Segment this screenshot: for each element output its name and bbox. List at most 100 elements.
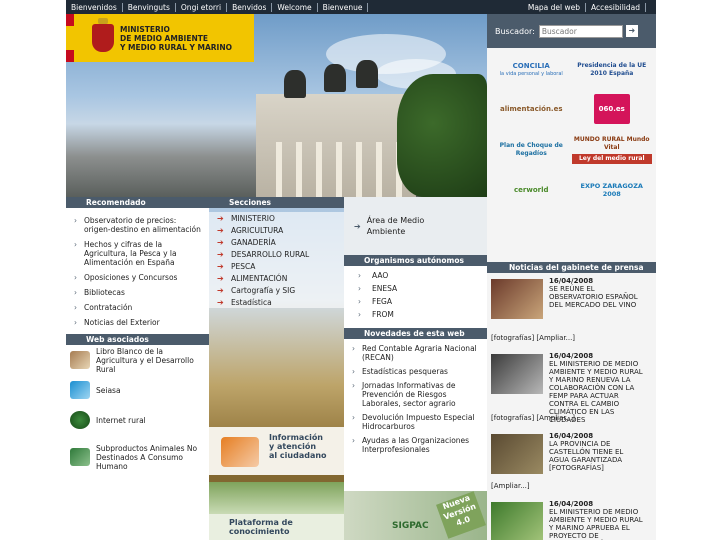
- web-asociado-item[interactable]: Subproductos Animales No Destinados A Co…: [66, 435, 209, 479]
- seccion-cartografia[interactable]: ➔ Cartografía y SIG: [209, 284, 344, 296]
- news-date: 16/04/2008: [549, 500, 594, 508]
- globe-icon: [70, 411, 90, 429]
- news-title[interactable]: LA PROVINCIA DE CASTELLÓN TIENE EL AGUA …: [549, 440, 645, 472]
- web-asociado-item[interactable]: Libro Blanco de la Agricultura y el Desa…: [66, 345, 209, 375]
- news-item[interactable]: 16/04/2008 SE REÚNE EL OBSERVATORIO ESPA…: [487, 273, 656, 348]
- arrow-icon: ›: [352, 367, 355, 376]
- web-asociado-label: Libro Blanco de la Agricultura y el Desa…: [96, 346, 194, 374]
- web-asociado-item[interactable]: Seiasa: [66, 375, 209, 405]
- statue: [324, 64, 346, 92]
- recomendado-item[interactable]: › Contratación: [66, 300, 209, 315]
- news-thumbnail[interactable]: [491, 279, 543, 319]
- news-date: 16/04/2008: [549, 432, 594, 440]
- news-item[interactable]: 16/04/2008 EL MINISTERIO DE MEDIO AMBIEN…: [487, 496, 656, 540]
- arrow-icon: ➔: [217, 273, 224, 283]
- banner-line: y atención: [269, 442, 317, 451]
- news-item[interactable]: 16/04/2008 LA PROVINCIA DE CASTELLÓN TIE…: [487, 428, 656, 496]
- seccion-ministerio[interactable]: ➔ MINISTERIO: [209, 212, 344, 224]
- alimentacion-logo[interactable]: alimentación.es: [491, 88, 572, 130]
- arrow-icon: ➔: [217, 285, 224, 295]
- web-asociados-list: Libro Blanco de la Agricultura y el Desa…: [66, 345, 209, 479]
- 060-logo[interactable]: 060.es: [593, 94, 630, 124]
- sitemap-link[interactable]: Mapa del web: [523, 2, 587, 12]
- knowledge-platform-banner[interactable]: Plataforma de conocimiento: [209, 482, 344, 540]
- news-thumbnail[interactable]: [491, 354, 543, 394]
- expo-zaragoza-logo[interactable]: EXPO ZARAGOZA 2008: [572, 170, 653, 210]
- novedad-item[interactable]: › Jornadas Informativas de Prevención de …: [344, 379, 487, 411]
- recomendado-item[interactable]: › Observatorio de precios: origen-destino…: [66, 213, 209, 237]
- news-thumbnail[interactable]: [491, 502, 543, 540]
- ministry-name-line: DE MEDIO AMBIENTE: [120, 33, 208, 43]
- novedad-item[interactable]: › Red Contable Agraria Nacional (RECAN): [344, 342, 487, 365]
- platform-image: [209, 482, 344, 514]
- organismo-enesa[interactable]: › ENESA: [344, 282, 487, 295]
- lang-link[interactable]: Bienvenue: [318, 2, 369, 12]
- news-links[interactable]: [Ampliar...]: [491, 482, 530, 490]
- seccion-label: AGRICULTURA: [231, 225, 284, 235]
- search-go-icon[interactable]: ➜: [625, 25, 638, 37]
- page: Bienvenidos Benvinguts Ongi etorri Benvi…: [66, 0, 656, 540]
- novedad-item[interactable]: › Devolución Impuesto Especial Hidrocarbu…: [344, 411, 487, 434]
- seccion-ganaderia[interactable]: ➔ GANADERÍA: [209, 236, 344, 248]
- news-links[interactable]: [fotografías] [Ampliar...]: [491, 414, 575, 422]
- lang-link[interactable]: Benvidos: [227, 2, 273, 12]
- utility-links: Mapa del web Accesibilidad: [523, 2, 646, 12]
- recomendado-label: Hechos y cifras de la Agricultura, la Pe…: [84, 240, 177, 267]
- eu-presidency-logo[interactable]: Presidencia de la UE 2010 España: [572, 52, 653, 88]
- recomendado-item[interactable]: › Oposiciones y Concursos: [66, 270, 209, 285]
- column: [376, 142, 382, 197]
- animal-icon: [70, 448, 90, 466]
- organismo-label: ENESA: [372, 284, 398, 293]
- ministry-logo[interactable]: MINISTERIO DE MEDIO AMBIENTE Y MEDIO RUR…: [66, 14, 254, 62]
- recomendado-label: Noticias del Exterior: [84, 318, 160, 327]
- seccion-label: GANADERÍA: [231, 237, 276, 247]
- accessibility-link[interactable]: Accesibilidad: [586, 2, 646, 12]
- regadios-logo[interactable]: Plan de Choque de Regadíos: [491, 130, 572, 170]
- search-input[interactable]: [538, 24, 623, 38]
- organismo-from[interactable]: › FROM: [344, 308, 487, 321]
- news-links[interactable]: [fotografías] [Ampliar...]: [491, 334, 575, 342]
- area-medio-ambiente-link[interactable]: ➔ Área de Medio Ambiente: [344, 197, 487, 255]
- citizen-info-banner[interactable]: Información y atención al ciudadano: [209, 427, 344, 475]
- banner-line: al ciudadano: [269, 451, 327, 460]
- recomendado-item[interactable]: › Noticias del Exterior: [66, 315, 209, 330]
- seccion-label: DESARROLLO RURAL: [231, 249, 310, 259]
- arrow-icon: ›: [74, 318, 77, 327]
- column: [356, 142, 362, 197]
- ministry-name-line: MINISTERIO: [120, 24, 170, 34]
- seccion-desarrollo-rural[interactable]: ➔ DESARROLLO RURAL: [209, 248, 344, 260]
- news-thumbnail[interactable]: [491, 434, 543, 474]
- organismo-fega[interactable]: › FEGA: [344, 295, 487, 308]
- mundo-rural-logo[interactable]: MUNDO RURAL Mundo Vital Ley del medio rur…: [571, 130, 652, 170]
- lang-link[interactable]: Welcome: [272, 2, 318, 12]
- organismo-label: FROM: [372, 310, 394, 319]
- novedad-item[interactable]: › Ayudas a las Organizaciones Interprofes…: [344, 434, 487, 457]
- lang-link[interactable]: Bienvenidos: [66, 2, 123, 12]
- organismo-aao[interactable]: › AAO: [344, 269, 487, 282]
- lang-link[interactable]: Benvinguts: [123, 2, 176, 12]
- column: [336, 142, 342, 197]
- sigpac-banner[interactable]: Nueva Versión 4.0 SIGPAC: [344, 491, 487, 540]
- novedad-item[interactable]: › Estadísticas pesqueras: [344, 365, 487, 379]
- arrow-icon: ›: [358, 297, 361, 306]
- web-asociado-item[interactable]: Internet rural: [66, 405, 209, 435]
- arrow-icon: ➔: [354, 221, 361, 231]
- spanish-flag-icon: [66, 14, 74, 62]
- lang-link[interactable]: Ongi etorri: [176, 2, 228, 12]
- concilia-logo[interactable]: CONCILIA la vida personal y laboral: [491, 52, 572, 88]
- novedades-list: › Red Contable Agraria Nacional (RECAN) ›…: [344, 339, 487, 457]
- seccion-estadistica[interactable]: ➔ Estadística: [209, 296, 344, 308]
- recomendado-list: › Observatorio de precios: origen-destino…: [66, 208, 209, 330]
- recomendado-item[interactable]: › Hechos y cifras de la Agricultura, la P…: [66, 237, 209, 270]
- news-title[interactable]: EL MINISTERIO DE MEDIO AMBIENTE Y MEDIO …: [549, 508, 645, 540]
- recomendado-label: Bibliotecas: [84, 288, 125, 297]
- recomendado-heading: Recomendado: [66, 197, 209, 208]
- news-item[interactable]: 16/04/2008 EL MINISTERIO DE MEDIO AMBIEN…: [487, 348, 656, 428]
- recomendado-item[interactable]: › Bibliotecas: [66, 285, 209, 300]
- seccion-alimentacion[interactable]: ➔ ALIMENTACIÓN: [209, 272, 344, 284]
- cerworld-logo[interactable]: cerworld: [491, 170, 572, 210]
- seccion-agricultura[interactable]: ➔ AGRICULTURA: [209, 224, 344, 236]
- news-title[interactable]: SE REÚNE EL OBSERVATORIO ESPAÑOL DEL MER…: [549, 285, 645, 309]
- seccion-pesca[interactable]: ➔ PESCA: [209, 260, 344, 272]
- arrow-icon: ›: [74, 303, 77, 312]
